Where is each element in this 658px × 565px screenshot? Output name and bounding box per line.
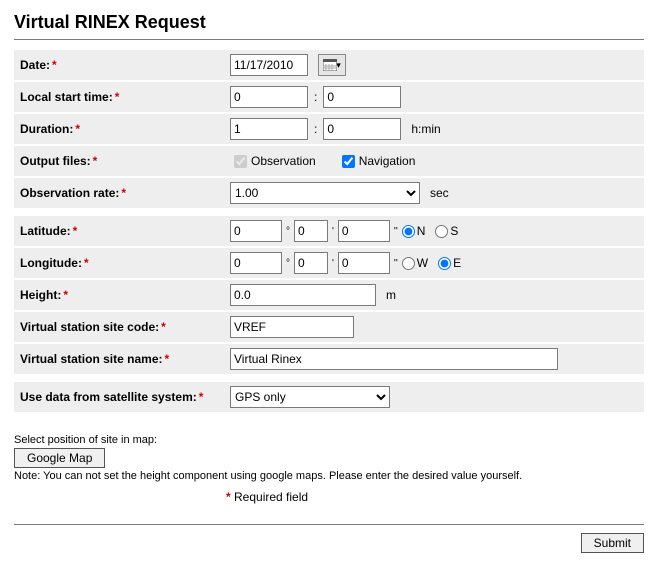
label-latitude: Latitude:* bbox=[20, 224, 230, 238]
site-name-input[interactable] bbox=[230, 348, 558, 370]
obs-rate-select[interactable]: 1.00 bbox=[230, 182, 420, 204]
submit-bar: Submit bbox=[14, 524, 644, 553]
start-min-input[interactable] bbox=[323, 86, 401, 108]
lon-w-radio-label[interactable]: W bbox=[402, 256, 428, 270]
duration-min-input[interactable] bbox=[323, 118, 401, 140]
lat-s-radio-label[interactable]: S bbox=[435, 224, 458, 238]
lon-e-radio[interactable] bbox=[438, 257, 451, 270]
row-longitude: Longitude:* ° ' '' W E bbox=[14, 248, 644, 278]
label-height: Height:* bbox=[20, 288, 230, 302]
lat-n-radio[interactable] bbox=[402, 225, 415, 238]
unit-deg: ° bbox=[286, 258, 290, 269]
label-date: Date:* bbox=[20, 58, 230, 72]
lon-min-input[interactable] bbox=[294, 252, 328, 274]
lon-sec-input[interactable] bbox=[338, 252, 390, 274]
time-colon: : bbox=[314, 122, 317, 136]
label-site-code: Virtual station site code:* bbox=[20, 320, 230, 334]
lat-min-input[interactable] bbox=[294, 220, 328, 242]
label-longitude: Longitude:* bbox=[20, 256, 230, 270]
label-start-time: Local start time:* bbox=[20, 90, 230, 104]
unit-m: m bbox=[386, 288, 396, 302]
unit-sec: sec bbox=[430, 186, 449, 200]
navigation-checkbox-label[interactable]: Navigation bbox=[338, 152, 416, 171]
duration-hour-input[interactable] bbox=[230, 118, 308, 140]
unit-arcsec: '' bbox=[394, 226, 398, 237]
google-map-button[interactable]: Google Map bbox=[14, 448, 105, 468]
row-output-files: Output files:* Observation Navigation bbox=[14, 146, 644, 176]
label-obs-rate: Observation rate:* bbox=[20, 186, 230, 200]
lat-sec-input[interactable] bbox=[338, 220, 390, 242]
lon-deg-input[interactable] bbox=[230, 252, 282, 274]
row-date: Date:* ▾ bbox=[14, 50, 644, 80]
height-input[interactable] bbox=[230, 284, 376, 306]
label-duration: Duration:* bbox=[20, 122, 230, 136]
row-latitude: Latitude:* ° ' '' N S bbox=[14, 216, 644, 246]
unit-hmin: h:min bbox=[411, 122, 440, 136]
row-site-name: Virtual station site name:* bbox=[14, 344, 644, 374]
row-site-code: Virtual station site code:* bbox=[14, 312, 644, 342]
label-output-files: Output files:* bbox=[20, 154, 230, 168]
lon-e-radio-label[interactable]: E bbox=[438, 256, 461, 270]
label-sat-system: Use data from satellite system:* bbox=[20, 390, 230, 404]
submit-button[interactable]: Submit bbox=[581, 533, 644, 553]
observation-checkbox bbox=[234, 155, 247, 168]
navigation-text: Navigation bbox=[359, 154, 416, 168]
time-colon: : bbox=[314, 90, 317, 104]
observation-checkbox-label: Observation bbox=[230, 152, 316, 171]
start-hour-input[interactable] bbox=[230, 86, 308, 108]
row-sat-system: Use data from satellite system:* GPS onl… bbox=[14, 382, 644, 412]
lon-w-radio[interactable] bbox=[402, 257, 415, 270]
calendar-icon[interactable]: ▾ bbox=[318, 54, 346, 76]
row-start-time: Local start time:* : bbox=[14, 82, 644, 112]
map-prompt: Select position of site in map: bbox=[14, 434, 644, 446]
page-title: Virtual RINEX Request bbox=[14, 12, 644, 33]
map-note: Note: You can not set the height compone… bbox=[14, 470, 644, 482]
row-height: Height:* m bbox=[14, 280, 644, 310]
site-code-input[interactable] bbox=[230, 316, 354, 338]
unit-arcsec: '' bbox=[394, 258, 398, 269]
unit-min: ' bbox=[332, 258, 334, 269]
divider bbox=[14, 39, 644, 40]
unit-min: ' bbox=[332, 226, 334, 237]
chevron-down-icon: ▾ bbox=[336, 60, 341, 71]
label-site-name: Virtual station site name:* bbox=[20, 352, 230, 366]
observation-text: Observation bbox=[251, 154, 316, 168]
lat-n-radio-label[interactable]: N bbox=[402, 224, 426, 238]
required-field-note: * Required field bbox=[224, 490, 644, 504]
unit-deg: ° bbox=[286, 226, 290, 237]
row-duration: Duration:* : h:min bbox=[14, 114, 644, 144]
navigation-checkbox[interactable] bbox=[342, 155, 355, 168]
sat-system-select[interactable]: GPS only bbox=[230, 386, 390, 408]
date-input[interactable] bbox=[230, 54, 308, 76]
row-obs-rate: Observation rate:* 1.00 sec bbox=[14, 178, 644, 208]
lat-s-radio[interactable] bbox=[435, 225, 448, 238]
lat-deg-input[interactable] bbox=[230, 220, 282, 242]
